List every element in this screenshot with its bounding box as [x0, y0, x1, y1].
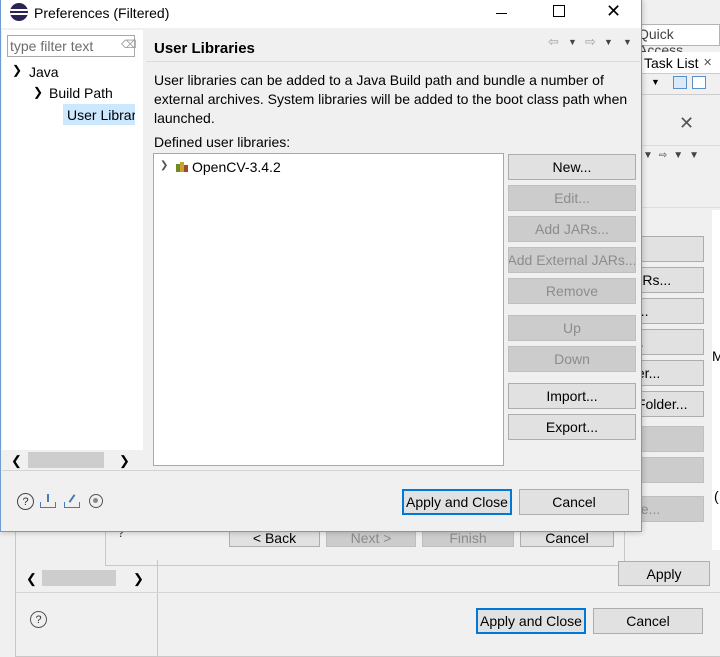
back-bottom-separator: [16, 592, 720, 593]
clear-filter-icon[interactable]: ⌫: [121, 38, 137, 51]
back-scroll-right-icon[interactable]: ❯: [133, 571, 144, 587]
window-title: Preferences (Filtered): [34, 5, 170, 21]
up-button[interactable]: Up: [508, 315, 636, 341]
wizard-edge-letter-2: (: [714, 488, 719, 504]
page-description: User libraries can be added to a Java Bu…: [154, 72, 628, 126]
import-preferences-icon[interactable]: [40, 494, 56, 508]
back-apply-and-close-button[interactable]: Apply and Close: [476, 608, 586, 634]
tree-item-user-libraries[interactable]: User Librar: [67, 107, 135, 123]
forward-nav-icon[interactable]: ⇨: [585, 34, 596, 50]
maximize-icon[interactable]: [553, 5, 565, 17]
tree-scroll-thumb[interactable]: [28, 452, 104, 468]
back-help-icon[interactable]: ?: [30, 611, 47, 628]
back-prefs-content-edge: [157, 560, 158, 657]
record-icon[interactable]: [89, 494, 103, 508]
new-button[interactable]: New...: [508, 154, 636, 180]
edit-button[interactable]: Edit...: [508, 185, 636, 211]
library-expand-icon[interactable]: ❯: [160, 160, 168, 171]
wizard-close-icon[interactable]: ✕: [679, 113, 694, 134]
import-button[interactable]: Import...: [508, 383, 636, 409]
close-icon[interactable]: ✕: [703, 56, 712, 69]
window-close-icon[interactable]: ✕: [606, 1, 621, 22]
add-external-jars-button[interactable]: Add External JARs...: [508, 247, 636, 273]
library-tree[interactable]: [153, 153, 504, 466]
wizard-nav-icons: ▼⇨▼▼: [643, 150, 706, 161]
tree-scroll-right-icon[interactable]: ❯: [119, 453, 130, 469]
back-nav-icon[interactable]: ⇦: [548, 34, 559, 50]
library-item-opencv[interactable]: OpenCV-3.4.2: [192, 159, 281, 175]
chevron-down-icon[interactable]: ▼: [651, 77, 660, 87]
down-button[interactable]: Down: [508, 346, 636, 372]
forward-nav-menu-icon[interactable]: ▼: [604, 37, 613, 47]
remove-button[interactable]: Remove: [508, 278, 636, 304]
minimize-icon[interactable]: [496, 13, 507, 14]
toolbar-icon-filter[interactable]: [673, 76, 687, 89]
back-apply-button[interactable]: Apply: [618, 561, 710, 586]
back-scroll-left-icon[interactable]: ❮: [26, 571, 37, 587]
tree-item-java[interactable]: Java: [29, 64, 59, 80]
add-jars-button[interactable]: Add JARs...: [508, 216, 636, 242]
cancel-button[interactable]: Cancel: [519, 489, 629, 515]
export-button[interactable]: Export...: [508, 414, 636, 440]
tree-scroll-left-icon[interactable]: ❮: [11, 453, 22, 469]
library-icon: [176, 161, 189, 172]
wizard-dialog: [640, 94, 720, 557]
eclipse-logo-icon: [10, 3, 28, 21]
export-preferences-icon[interactable]: [64, 494, 80, 508]
back-scroll-thumb[interactable]: [42, 570, 116, 586]
back-cancel-button[interactable]: Cancel: [593, 608, 703, 634]
back-nav-menu-icon[interactable]: ▼: [568, 37, 577, 47]
page-title: User Libraries: [154, 40, 255, 57]
tree-item-build-path[interactable]: Build Path: [49, 85, 113, 101]
wizard-edge-letter: M: [712, 348, 720, 364]
back-prefs-left-border: [15, 532, 16, 657]
wizard-header-separator: [640, 145, 720, 146]
wizard-side-divider: [640, 178, 720, 208]
toolbar-icon-layout[interactable]: [692, 76, 706, 89]
filter-input-text: type filter text: [10, 38, 94, 54]
defined-libraries-label: Defined user libraries:: [154, 134, 291, 150]
help-icon[interactable]: ?: [17, 493, 34, 510]
tree-expand-java-icon[interactable]: ❯: [12, 63, 22, 77]
task-list-label: Task List: [644, 55, 699, 71]
view-menu-icon[interactable]: ▼: [623, 37, 632, 47]
apply-and-close-button[interactable]: Apply and Close: [402, 489, 512, 515]
bottom-separator: [2, 470, 640, 471]
tree-expand-build-path-icon[interactable]: ❯: [33, 85, 43, 99]
